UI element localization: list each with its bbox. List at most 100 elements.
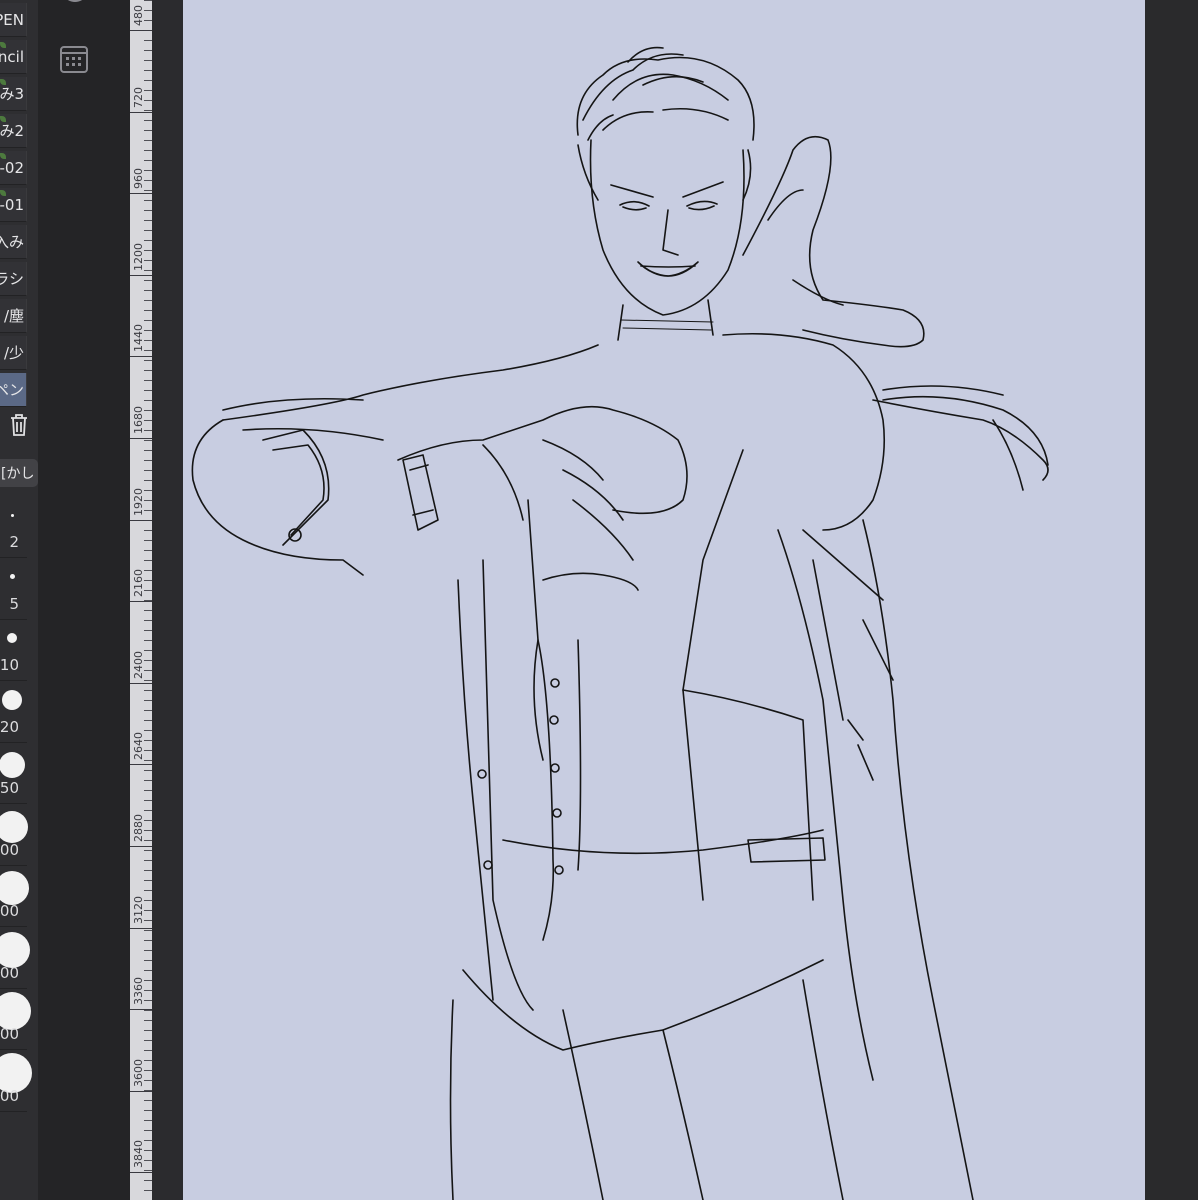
brush-size-option[interactable]: 300 — [0, 927, 30, 989]
grid-calendar-icon[interactable] — [60, 46, 88, 73]
ruler-tick — [144, 570, 152, 571]
brush-size-option[interactable]: 10 — [0, 620, 27, 681]
ruler-tick — [144, 320, 152, 321]
ruler-tick — [144, 1060, 152, 1061]
brush-item[interactable]: 入み — [0, 225, 27, 259]
ruler-tick — [144, 720, 152, 721]
delete-brush-button[interactable] — [0, 407, 38, 443]
brush-size-dot-icon — [0, 810, 28, 843]
ruler-tick — [144, 950, 152, 951]
ruler-tick — [144, 920, 152, 921]
brush-item[interactable]: ncil — [0, 40, 27, 74]
ruler-tick — [144, 180, 152, 181]
ruler-label: 480 — [132, 5, 145, 26]
ruler-tick — [144, 400, 152, 401]
ruler-tick — [144, 250, 152, 251]
brush-item[interactable]: PEN — [0, 3, 27, 37]
ruler-major-tick — [130, 30, 152, 31]
brush-item[interactable]: /塵 — [0, 299, 27, 333]
ruler-tick — [144, 510, 152, 511]
ruler-tick — [144, 960, 152, 961]
brush-size-option[interactable]: 5 — [0, 558, 27, 620]
brush-size-option[interactable]: 50 — [0, 743, 27, 804]
brush-size-option[interactable]: 100 — [0, 804, 28, 866]
brush-size-value: 20 — [0, 717, 19, 736]
ruler-tick — [144, 1150, 152, 1151]
ruler-major-tick — [130, 438, 152, 439]
brush-item[interactable]: み3 — [0, 77, 27, 111]
brush-item[interactable]: -01 — [0, 188, 27, 222]
ruler-tick — [144, 260, 152, 261]
ruler-tick — [144, 900, 152, 901]
ruler-major-tick — [130, 927, 152, 929]
brush-item[interactable]: /少 — [0, 336, 27, 370]
brush-item-label: -01 — [0, 195, 24, 214]
brush-item[interactable]: ペン — [0, 373, 27, 407]
leaf-icon — [0, 79, 6, 85]
brush-size-option[interactable]: 500 — [0, 989, 31, 1050]
ruler-tick — [144, 700, 152, 701]
ruler-major-tick — [130, 519, 152, 521]
brush-item-label: -02 — [0, 158, 24, 177]
ruler-label: 1200 — [132, 242, 145, 271]
brush-size-option[interactable]: 20 — [0, 681, 27, 743]
ruler-tick — [144, 550, 152, 551]
brush-item[interactable]: ラシ — [0, 262, 27, 296]
ruler-major-tick — [130, 1009, 152, 1011]
brush-item-label: み3 — [0, 85, 24, 103]
brush-size-value: 100 — [0, 840, 19, 859]
ruler-tick — [144, 10, 152, 11]
ruler-tick — [144, 370, 152, 371]
ruler-tick — [144, 0, 152, 1]
ruler-tick — [144, 750, 152, 751]
brush-item-label: み2 — [0, 122, 24, 140]
brush-size-option[interactable]: 1000 — [0, 1050, 32, 1112]
brush-size-value: 5 — [9, 594, 19, 613]
ruler-tick — [144, 380, 152, 381]
brush-size-value: 1000 — [0, 1086, 19, 1105]
ruler-tick — [144, 70, 152, 71]
ruler-tick — [144, 430, 152, 431]
ruler-major-tick — [130, 274, 152, 276]
ruler-tick — [144, 1080, 152, 1081]
ruler-tick — [144, 670, 152, 671]
ruler-tick — [144, 390, 152, 391]
ruler-tick — [144, 140, 152, 141]
ruler-tick — [144, 640, 152, 641]
brush-item-label: ラシ — [0, 270, 24, 288]
ruler-label: 2880 — [132, 814, 145, 842]
leaf-icon — [0, 116, 6, 122]
brush-size-value: 10 — [0, 656, 19, 674]
ruler-tick — [144, 50, 152, 51]
ruler-label: 2160 — [132, 569, 145, 598]
ruler-tick — [144, 350, 152, 351]
ruler-tick — [144, 470, 152, 471]
ruler-major-tick — [130, 764, 152, 766]
ruler-tick — [144, 480, 152, 481]
ruler-tick — [144, 360, 152, 361]
ruler-tick — [144, 870, 152, 871]
brush-size-dot-icon — [0, 752, 25, 778]
ruler-label: 1440 — [132, 324, 145, 353]
brush-size-option[interactable]: 2 — [0, 497, 27, 558]
brush-item[interactable]: み2 — [0, 114, 27, 148]
ruler-tick — [144, 330, 152, 331]
brush-size-option[interactable]: 200 — [0, 866, 29, 927]
ruler-tick — [144, 270, 152, 271]
ruler-tick — [144, 1110, 152, 1111]
ruler-tick — [144, 1170, 152, 1171]
ruler-tick — [144, 340, 152, 341]
brush-item-label: PEN — [0, 10, 24, 29]
ruler-tick — [144, 540, 152, 541]
brush-size-dot-icon — [10, 513, 14, 517]
layer-icon[interactable] — [60, 0, 90, 12]
ruler-tick — [144, 60, 152, 61]
ruler-tick — [144, 730, 152, 731]
brush-item[interactable]: -02 — [0, 151, 27, 185]
brush-item-label: /少 — [3, 344, 24, 362]
brush-size-value: 500 — [0, 1025, 19, 1043]
brush-name-label: [かし — [0, 459, 38, 487]
ruler-tick — [144, 130, 152, 131]
ruler-tick — [144, 650, 152, 651]
ruler-tick — [144, 100, 152, 101]
